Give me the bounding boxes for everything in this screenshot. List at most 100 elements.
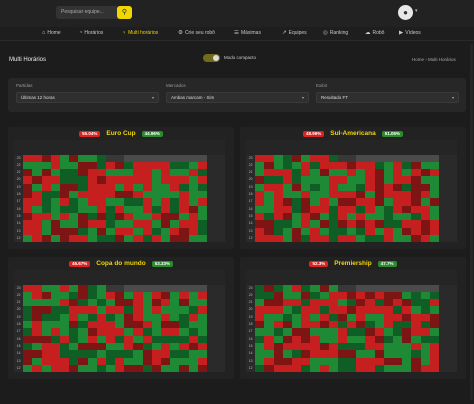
play-icon: ▶: [399, 30, 404, 36]
scrollbar[interactable]: [470, 44, 473, 400]
grid-header-cell: [197, 147, 207, 155]
result-cell: [273, 234, 283, 243]
result-cell: [105, 291, 116, 300]
result-cell: [365, 227, 375, 235]
result-cell: [124, 299, 134, 307]
nav-item-hor-rios[interactable]: ◔ Horários: [79, 27, 103, 40]
row-stat-cell: [438, 321, 449, 329]
result-cell: [32, 284, 42, 292]
result-cell: [411, 234, 421, 243]
filter-select-partidas[interactable]: Últimas 12 horas ▾: [16, 92, 159, 103]
breadcrumb-current: Multi Horários: [428, 57, 456, 62]
result-cell: [188, 227, 198, 235]
result-cell: [23, 328, 33, 336]
result-cell: [96, 169, 106, 177]
loss-percent-badge: 48.96%: [302, 130, 325, 137]
row-stat-cell: [448, 342, 458, 351]
nav-item-multi-hor-rios[interactable]: ♀ Multi horários: [122, 27, 158, 40]
result-cell: [393, 364, 403, 373]
row-stat-cell: [206, 212, 217, 221]
result-cell: [50, 291, 60, 300]
result-cell: [78, 328, 88, 336]
grid-header-cell: [402, 277, 412, 285]
result-cell: [301, 234, 311, 243]
result-cell: [105, 154, 116, 162]
result-cell: [87, 321, 97, 329]
result-cell: [115, 350, 125, 358]
result-cell: [142, 321, 152, 329]
result-cell: [197, 161, 207, 170]
result-cell: [151, 321, 161, 329]
result-cell: [23, 183, 33, 192]
grid-header-cell: [356, 147, 366, 155]
nav-item-crie-seu-rob-[interactable]: ⚙ Crie seu robô: [178, 27, 215, 40]
result-cell: [273, 220, 283, 228]
result-cell: [78, 321, 88, 329]
user-icon[interactable]: ●: [398, 5, 413, 20]
grid-header-cell: [124, 140, 134, 148]
row-stat-cell: [206, 335, 217, 343]
result-cell: [402, 350, 412, 358]
result-cell: [255, 169, 265, 177]
league-name: Premiership: [334, 260, 372, 267]
filter-select-mercados[interactable]: Ambas marcam - Sim ▾: [166, 92, 309, 103]
result-cell: [151, 342, 161, 351]
result-cell: [411, 291, 421, 300]
result-cell: [78, 169, 88, 177]
result-cell: [69, 335, 79, 343]
row-stat-cell: [216, 183, 226, 192]
result-cell: [356, 350, 366, 358]
result-cell: [96, 227, 106, 235]
panel-title: 52.3% Premiership 47.7%: [240, 260, 466, 267]
result-cell: [402, 161, 412, 170]
breadcrumb-home[interactable]: Home: [412, 57, 424, 62]
result-cell: [374, 227, 384, 235]
filter-select-exibir[interactable]: Resultado FT ▾: [316, 92, 459, 103]
result-cell: [402, 191, 412, 199]
result-cell: [328, 350, 338, 358]
nav-item-rob-[interactable]: ☁ Robô: [365, 27, 384, 40]
search-icon[interactable]: ⚲: [117, 6, 132, 19]
nav-item-equipes[interactable]: ↗ Equipes: [282, 27, 307, 40]
result-cell: [133, 350, 143, 358]
result-cell: [179, 176, 189, 184]
result-cell: [188, 176, 198, 184]
caret-down-icon[interactable]: ▾: [415, 8, 418, 14]
nav-item-m-ximas[interactable]: ☰ Máximas: [234, 27, 261, 40]
result-cell: [374, 364, 384, 373]
result-cell: [264, 183, 274, 192]
result-cell: [87, 220, 97, 228]
nav-item-home[interactable]: ⌂ Home: [42, 27, 61, 40]
result-cell: [347, 169, 357, 177]
result-cell: [291, 306, 302, 314]
result-cell: [356, 161, 366, 170]
result-cell: [78, 161, 88, 170]
row-hour-label: 22: [246, 291, 256, 300]
result-cell: [347, 313, 357, 322]
result-cell: [151, 284, 161, 292]
nav-item-ranking[interactable]: ◎ Ranking: [323, 27, 348, 40]
grid-header-cell: [328, 270, 338, 278]
result-cell: [87, 284, 97, 292]
result-cell: [374, 291, 384, 300]
result-cell: [429, 212, 439, 221]
result-cell: [291, 342, 302, 351]
grid-header-cell: [383, 277, 393, 285]
grid-header-cell: [78, 277, 88, 285]
result-cell: [291, 191, 302, 199]
nav-item-v-deos[interactable]: ▶ Vídeos: [399, 27, 421, 40]
result-cell: [411, 176, 421, 184]
result-cell: [402, 154, 412, 162]
result-cell: [264, 291, 274, 300]
result-cell: [402, 328, 412, 336]
result-cell: [291, 169, 302, 177]
result-cell: [87, 350, 97, 358]
result-cell: [347, 284, 357, 292]
result-cell: [142, 364, 152, 373]
row-stat-cell: [448, 198, 458, 206]
result-cell: [188, 205, 198, 213]
result-cell: [328, 357, 338, 365]
compact-mode-toggle[interactable]: [203, 54, 220, 62]
result-cell: [273, 291, 283, 300]
result-cell: [301, 321, 311, 329]
